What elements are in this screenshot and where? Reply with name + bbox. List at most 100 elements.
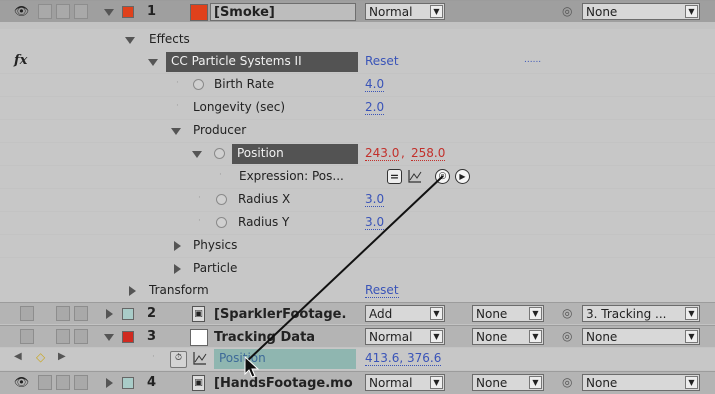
keyframe-diamond-icon[interactable]: ◇ — [36, 350, 45, 364]
layer-number: 4 — [147, 375, 157, 390]
layer-label-color[interactable] — [122, 6, 134, 18]
expand-arrow[interactable] — [125, 37, 135, 44]
physics-group-row[interactable]: Physics — [0, 235, 715, 257]
expression-enable-icon[interactable]: = — [387, 169, 402, 184]
parent-pickwhip-icon[interactable]: ◎ — [562, 306, 572, 320]
tracking-position-value[interactable]: 413.6, 376.6 — [365, 351, 442, 366]
trkmat-dropdown[interactable]: None ▼ — [472, 374, 544, 391]
tracking-position-label[interactable]: Position — [214, 349, 356, 369]
lock-switch[interactable] — [74, 4, 88, 19]
trkmat-dropdown[interactable]: None ▼ — [472, 305, 544, 322]
parent-dropdown[interactable]: None ▼ — [582, 328, 700, 345]
trkmat-value: None — [476, 376, 508, 390]
effect-row[interactable]: fx CC Particle Systems II Reset ...... — [0, 51, 715, 73]
next-keyframe-icon[interactable]: ▶ — [58, 351, 66, 362]
expand-arrow[interactable] — [129, 286, 136, 296]
parent-dropdown[interactable]: None ▼ — [582, 374, 700, 391]
graph-icon[interactable] — [407, 168, 423, 187]
expression-row[interactable]: · Expression: Pos... = ◎ ▶ — [0, 166, 715, 188]
bullet-dot: · — [198, 193, 201, 203]
lock-switch[interactable] — [74, 306, 88, 321]
eye-icon[interactable]: 👁 — [14, 4, 29, 18]
parent-dropdown[interactable]: 3. Tracking ... ▼ — [582, 305, 700, 322]
audio-switch[interactable] — [38, 4, 52, 19]
solo-switch[interactable] — [56, 4, 70, 19]
video-switch[interactable] — [20, 306, 34, 321]
trkmat-dropdown[interactable]: None ▼ — [472, 328, 544, 345]
lock-switch[interactable] — [74, 375, 88, 390]
eye-icon[interactable]: 👁 — [14, 375, 29, 389]
parent-pickwhip-icon[interactable]: ◎ — [562, 4, 572, 18]
graph-icon[interactable] — [192, 350, 208, 369]
stopwatch-icon[interactable] — [216, 217, 227, 228]
effects-label: Effects — [149, 32, 190, 46]
layer-name[interactable]: [SparklerFootage. — [210, 305, 356, 323]
pickwhip-icon[interactable]: ◎ — [435, 169, 450, 184]
layer-expand-arrow[interactable] — [104, 9, 114, 16]
layer-row-hands-footage[interactable]: 👁 4 ▣ [HandsFootage.mo Normal ▼ None ▼ ◎ N… — [0, 371, 715, 394]
radius-x-value[interactable]: 3.0 — [365, 192, 385, 207]
solo-switch[interactable] — [56, 306, 70, 321]
fx-icon[interactable]: fx — [14, 53, 27, 68]
expand-arrow[interactable] — [148, 59, 158, 66]
position-label[interactable]: Position — [232, 144, 358, 164]
radius-y-row[interactable]: · Radius Y 3.0 — [0, 212, 715, 234]
position-y-value[interactable]: 258.0 — [411, 146, 446, 161]
expression-menu-icon[interactable]: ▶ — [455, 169, 470, 184]
audio-switch[interactable] — [38, 375, 52, 390]
transform-label: Transform — [149, 283, 209, 297]
longevity-row[interactable]: · Longevity (sec) 2.0 — [0, 97, 715, 119]
effect-reset-link[interactable]: Reset — [365, 54, 399, 68]
transform-group-row[interactable]: Transform Reset — [0, 280, 715, 302]
layer-row-tracking-data[interactable]: 3 Tracking Data Normal ▼ None ▼ ◎ None ▼ — [0, 325, 715, 347]
effect-name[interactable]: CC Particle Systems II — [166, 52, 358, 72]
layer-number: 2 — [147, 306, 157, 321]
layer-expand-arrow[interactable] — [106, 378, 113, 388]
birth-rate-value[interactable]: 4.0 — [365, 77, 385, 92]
stopwatch-icon[interactable] — [214, 148, 225, 159]
layer-row-smoke[interactable]: 👁 1 [Smoke] Normal ▼ ◎ None ▼ — [0, 0, 715, 22]
stopwatch-icon[interactable] — [216, 194, 227, 205]
producer-position-row[interactable]: Position 243.0 , 258.0 — [0, 143, 715, 165]
blend-mode-dropdown[interactable]: Normal ▼ — [365, 328, 445, 345]
expand-arrow[interactable] — [171, 128, 181, 135]
solo-switch[interactable] — [56, 329, 70, 344]
layer-name[interactable]: [HandsFootage.mo — [210, 374, 356, 392]
expand-arrow[interactable] — [192, 151, 202, 158]
layer-expand-arrow[interactable] — [104, 334, 114, 341]
layer-expand-arrow[interactable] — [106, 309, 113, 319]
video-switch[interactable] — [20, 329, 34, 344]
layer-name[interactable]: [Smoke] — [210, 3, 356, 21]
blend-mode-dropdown[interactable]: Add ▼ — [365, 305, 445, 322]
bullet-dot: · — [152, 352, 155, 362]
prev-keyframe-icon[interactable]: ◀ — [14, 351, 22, 362]
producer-group-row[interactable]: Producer — [0, 120, 715, 142]
layer-row-sparkler[interactable]: 2 ▣ [SparklerFootage. Add ▼ None ▼ ◎ 3. Tr… — [0, 302, 715, 324]
expand-arrow[interactable] — [174, 241, 181, 251]
radius-y-value[interactable]: 3.0 — [365, 215, 385, 230]
effects-group-row[interactable]: Effects — [0, 29, 715, 51]
parent-pickwhip-icon[interactable]: ◎ — [562, 375, 572, 389]
lock-switch[interactable] — [74, 329, 88, 344]
parent-dropdown[interactable]: None ▼ — [582, 3, 700, 20]
stopwatch-icon[interactable]: ⏱ — [170, 351, 187, 368]
layer-number: 1 — [147, 4, 157, 19]
longevity-value[interactable]: 2.0 — [365, 100, 385, 115]
layer-label-color[interactable] — [122, 308, 134, 320]
layer-label-color[interactable] — [122, 331, 134, 343]
blend-mode-dropdown[interactable]: Normal ▼ — [365, 3, 445, 20]
parent-pickwhip-icon[interactable]: ◎ — [562, 329, 572, 343]
radius-x-row[interactable]: · Radius X 3.0 — [0, 189, 715, 211]
solo-switch[interactable] — [56, 375, 70, 390]
birth-rate-row[interactable]: · Birth Rate 4.0 — [0, 74, 715, 96]
position-x-value[interactable]: 243.0 — [365, 146, 400, 161]
layer-label-color[interactable] — [122, 377, 134, 389]
expand-arrow[interactable] — [174, 264, 181, 274]
blend-mode-dropdown[interactable]: Normal ▼ — [365, 374, 445, 391]
tracking-position-row[interactable]: ◀ ◇ ▶ · ⏱ Position 413.6, 376.6 — [0, 348, 715, 370]
particle-group-row[interactable]: Particle — [0, 258, 715, 280]
transform-reset-link[interactable]: Reset — [365, 283, 399, 298]
stopwatch-icon[interactable] — [193, 79, 204, 90]
effect-options-dots[interactable]: ...... — [524, 55, 541, 65]
layer-name[interactable]: Tracking Data — [210, 328, 356, 346]
